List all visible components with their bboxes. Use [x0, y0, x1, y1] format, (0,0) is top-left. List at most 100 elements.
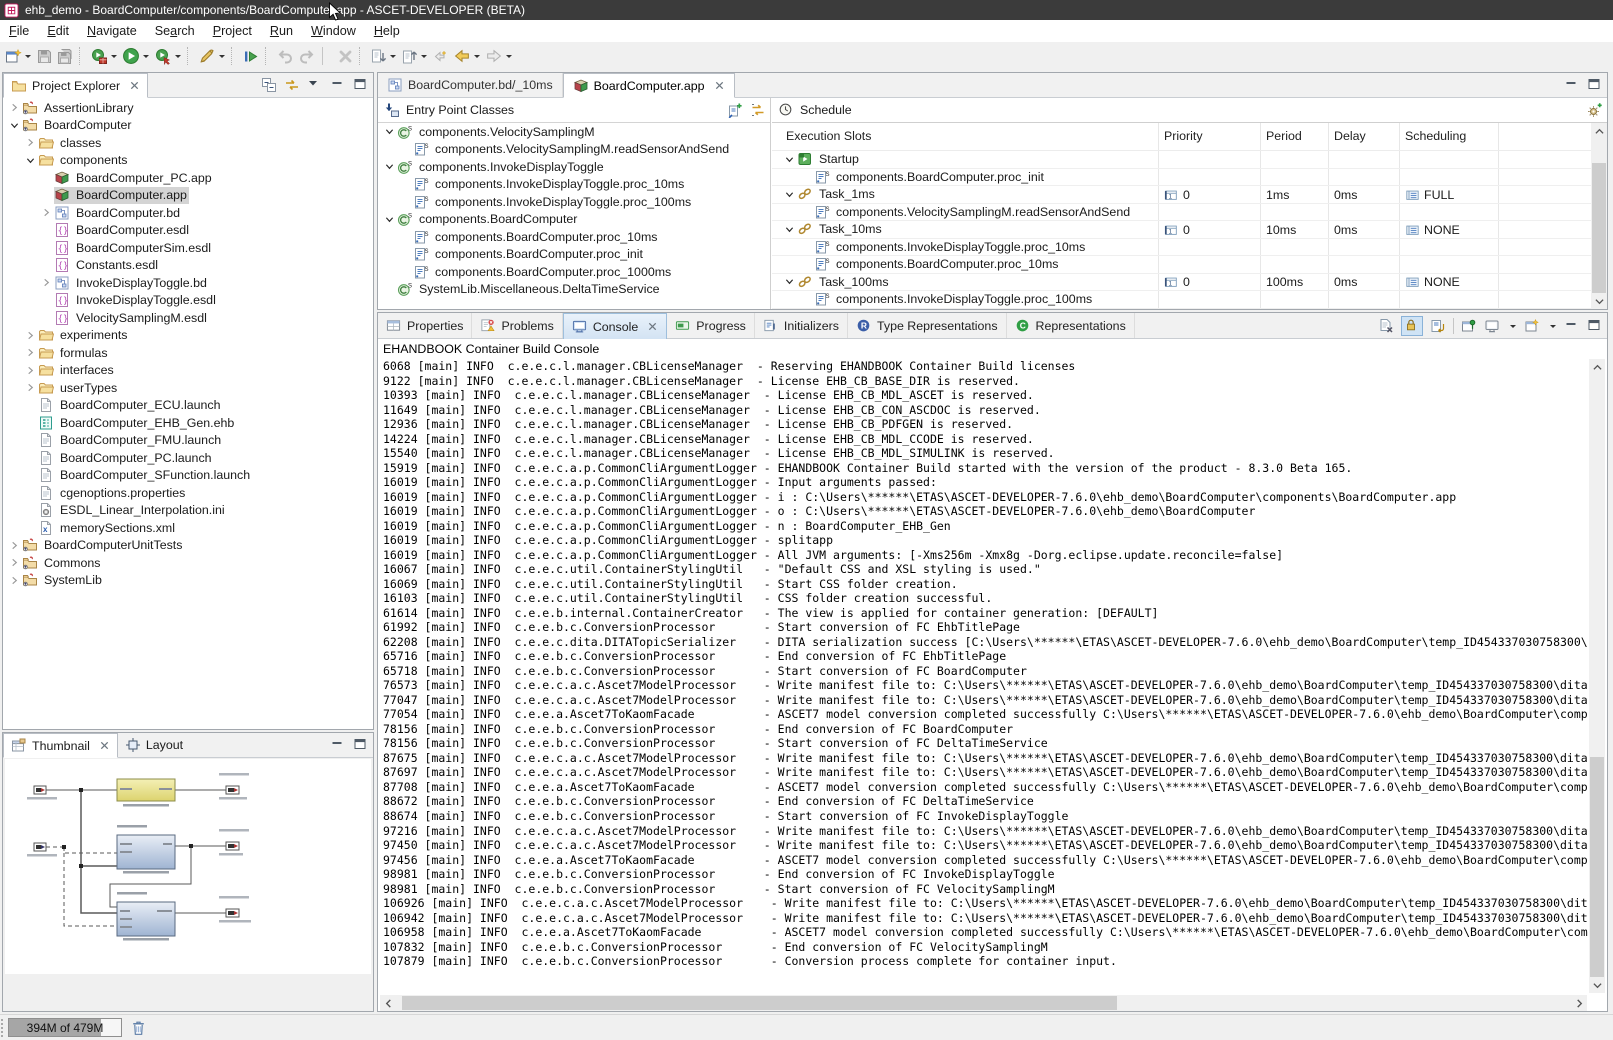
delay-cell[interactable]: 0ms: [1334, 274, 1357, 292]
maximize-icon[interactable]: [353, 737, 369, 753]
redo-button[interactable]: [296, 44, 318, 68]
minimize-icon[interactable]: [1564, 77, 1580, 93]
console-log[interactable]: 6068 [main] INFO c.e.e.c.l.manager.CBLic…: [383, 359, 1588, 971]
tree-item[interactable]: cgenoptions.properties: [3, 484, 373, 502]
entry-point-item[interactable]: SSystemLib.Miscellaneous.DeltaTimeServic…: [378, 281, 770, 299]
schedule-vscrollbar[interactable]: [1591, 123, 1607, 309]
tree-item[interactable]: BoardComputer_ECU.launch: [3, 397, 373, 415]
minimize-icon[interactable]: [330, 737, 346, 753]
schedule-row[interactable]: Scomponents.InvokeDisplayToggle.proc_100…: [772, 291, 1591, 309]
schedule-row[interactable]: Scomponents.BoardComputer.proc_10ms: [772, 256, 1591, 274]
menu-help[interactable]: Help: [365, 22, 409, 40]
entry-point-item[interactable]: Scomponents.BoardComputer: [378, 211, 770, 229]
clear-console-icon[interactable]: [1378, 318, 1394, 334]
word-wrap-icon[interactable]: [1430, 318, 1446, 334]
editor-tab-boardcomputer-bd-10ms[interactable]: BoardComputer.bd/_10ms: [378, 73, 563, 97]
tree-item[interactable]: {}VelocitySamplingM.esdl: [3, 309, 373, 327]
close-icon[interactable]: [647, 321, 658, 332]
entry-point-item[interactable]: Scomponents.BoardComputer.proc_10ms: [378, 228, 770, 246]
tree-item[interactable]: AssertionLibrary: [3, 99, 373, 117]
tree-item[interactable]: {}Constants.esdl: [3, 257, 373, 275]
tree-item[interactable]: experiments: [3, 327, 373, 345]
tab-initializers[interactable]: IInitializers: [755, 313, 848, 338]
close-icon[interactable]: [129, 80, 140, 91]
view-menu-icon[interactable]: [307, 77, 323, 93]
maximize-icon[interactable]: [353, 77, 369, 93]
column-header[interactable]: Period: [1266, 129, 1302, 143]
period-cell[interactable]: 1ms: [1266, 186, 1289, 204]
chevron-down-icon[interactable]: [1510, 325, 1516, 331]
chevron-down-icon[interactable]: [1550, 325, 1556, 331]
scheduling-cell[interactable]: FULL: [1405, 186, 1454, 204]
console-vscrollbar[interactable]: [1589, 359, 1605, 993]
chevron-expanded-icon[interactable]: [7, 117, 22, 133]
back-button[interactable]: [451, 44, 483, 68]
tab-representations[interactable]: CRepresentations: [1007, 313, 1135, 338]
column-header[interactable]: Scheduling: [1405, 129, 1466, 143]
format-pen-button[interactable]: [196, 44, 228, 68]
entry-point-item[interactable]: Scomponents.InvokeDisplayToggle.proc_10m…: [378, 176, 770, 194]
save-button[interactable]: [34, 44, 55, 68]
tab-console[interactable]: Console: [563, 313, 667, 339]
schedule-row[interactable]: Scomponents.VelocitySamplingM.readSensor…: [772, 204, 1591, 222]
chevron-collapsed-icon[interactable]: [7, 572, 22, 588]
tree-item[interactable]: BoardComputer.bd: [3, 204, 373, 222]
delay-cell[interactable]: 0ms: [1334, 186, 1357, 204]
maximize-icon[interactable]: [1587, 318, 1603, 334]
tab-thumbnail[interactable]: Thumbnail: [3, 733, 118, 758]
chevron-collapsed-icon[interactable]: [7, 555, 22, 571]
tree-item[interactable]: classes: [3, 134, 373, 152]
tree-item[interactable]: BoardComputer: [3, 117, 373, 135]
new-wizard-button[interactable]: [3, 44, 34, 68]
tree-item[interactable]: userTypes: [3, 379, 373, 397]
tree-item[interactable]: BoardComputerUnitTests: [3, 537, 373, 555]
chevron-collapsed-icon[interactable]: [23, 380, 38, 396]
step-into-button[interactable]: [240, 44, 262, 68]
menu-run[interactable]: Run: [261, 22, 302, 40]
configure-tasks-icon[interactable]: [1587, 102, 1603, 118]
tree-item[interactable]: {}InvokeDisplayToggle.esdl: [3, 292, 373, 310]
forward-button[interactable]: [483, 44, 515, 68]
chevron-collapsed-icon[interactable]: [23, 362, 38, 378]
console-hscrollbar[interactable]: [380, 995, 1587, 1011]
maximize-icon[interactable]: [1587, 77, 1603, 93]
tree-item[interactable]: BoardComputer_PC.launch: [3, 449, 373, 467]
thumbnail-canvas[interactable]: [5, 759, 371, 974]
link-with-editor-icon[interactable]: [284, 77, 300, 93]
period-cell[interactable]: 100ms: [1266, 274, 1303, 292]
tab-properties[interactable]: Properties: [378, 313, 472, 338]
entry-point-item[interactable]: Scomponents.VelocitySamplingM.readSensor…: [378, 141, 770, 159]
tab-project-explorer[interactable]: Project Explorer: [3, 73, 148, 98]
priority-cell[interactable]: 10: [1164, 186, 1190, 204]
column-header[interactable]: Priority: [1164, 129, 1203, 143]
priority-cell[interactable]: 10: [1164, 221, 1190, 239]
close-icon[interactable]: [714, 80, 725, 91]
tree-item[interactable]: formulas: [3, 344, 373, 362]
tab-layout[interactable]: Layout: [118, 733, 190, 757]
editor-tab-boardcomputer-app[interactable]: BoardComputer.app: [563, 73, 735, 98]
schedule-row[interactable]: Scomponents.InvokeDisplayToggle.proc_10m…: [772, 239, 1591, 257]
chevron-collapsed-icon[interactable]: [39, 275, 54, 291]
schedule-row[interactable]: Scomponents.BoardComputer.proc_1000ms: [772, 309, 1591, 310]
entry-point-item[interactable]: Scomponents.BoardComputer.proc_1000ms: [378, 263, 770, 281]
entry-point-item[interactable]: Scomponents.InvokeDisplayToggle: [378, 158, 770, 176]
sync-schedule-icon[interactable]: [750, 102, 766, 118]
tab-problems[interactable]: Problems: [472, 313, 562, 338]
chevron-collapsed-icon[interactable]: [7, 537, 22, 553]
menu-window[interactable]: Window: [302, 22, 365, 40]
tree-item[interactable]: ESDL_Linear_Interpolation.ini: [3, 502, 373, 520]
chevron-collapsed-icon[interactable]: [39, 205, 54, 221]
save-all-button[interactable]: [55, 44, 76, 68]
entry-point-item[interactable]: Scomponents.VelocitySamplingM: [378, 123, 770, 141]
minimize-icon[interactable]: [330, 77, 346, 93]
column-header[interactable]: Delay: [1334, 129, 1366, 143]
period-cell[interactable]: 10ms: [1266, 221, 1296, 239]
open-console-icon[interactable]: [1524, 318, 1540, 334]
menu-navigate[interactable]: Navigate: [78, 22, 146, 40]
entry-point-item[interactable]: Scomponents.BoardComputer.proc_init: [378, 246, 770, 264]
run-button[interactable]: [120, 44, 152, 68]
tree-item[interactable]: BoardComputer_EHB_Gen.ehb: [3, 414, 373, 432]
entry-point-item[interactable]: Scomponents.InvokeDisplayToggle.proc_100…: [378, 193, 770, 211]
tree-item[interactable]: BoardComputer.app: [3, 187, 373, 205]
schedule-row[interactable]: Startup: [772, 151, 1591, 169]
